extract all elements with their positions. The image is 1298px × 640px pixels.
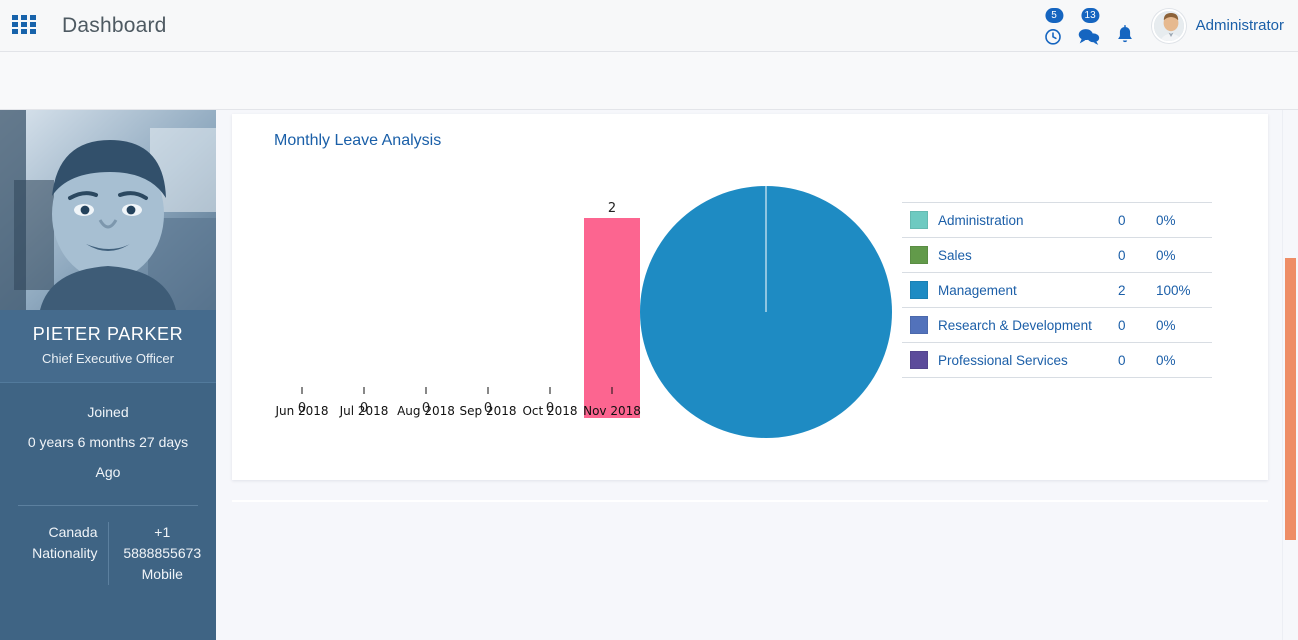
joined-ago: Ago [95, 464, 121, 480]
bar-column[interactable]: 0 Jul 2018 [336, 387, 392, 418]
clock-icon-button[interactable]: 5 [1036, 6, 1070, 46]
legend-percentage: 0% [1156, 352, 1176, 368]
employee-photo [0, 110, 216, 310]
bell-icon [1117, 24, 1132, 42]
axis-tick [487, 387, 489, 394]
header-actions: 5 13 Administrator [1034, 0, 1298, 52]
vertical-scrollbar-track[interactable] [1282, 110, 1298, 640]
axis-tick [363, 387, 365, 394]
legend-swatch-cell [902, 238, 936, 273]
legend-department-label[interactable]: Sales [936, 238, 1108, 273]
legend-body: Administration 0 0% Sales 0 0% Management 2 100%… [902, 202, 1212, 378]
sub-header-bar [0, 52, 1298, 110]
vertical-scrollbar-thumb[interactable] [1285, 258, 1296, 540]
bar-column[interactable]: 2 Nov 2018 [583, 201, 641, 418]
user-avatar-image [1153, 10, 1184, 41]
mobile-cell: +1 5888855673 Mobile [107, 522, 211, 585]
legend-row[interactable]: Management 2 100% [902, 273, 1212, 308]
legend-row[interactable]: Research & Development 0 0% [902, 308, 1212, 343]
messages-badge: 13 [1081, 7, 1100, 23]
axis-tick-label: Jul 2018 [339, 404, 389, 418]
legend-department-label[interactable]: Administration [936, 203, 1108, 238]
legend-percentage: 0% [1156, 212, 1176, 228]
joined-label: Joined [87, 404, 129, 420]
monthly-leave-analysis-card: Monthly Leave Analysis 0 Jun 2018 0 Jul 201… [232, 114, 1268, 480]
legend-department-label[interactable]: Management [936, 273, 1108, 308]
leave-pie-chart[interactable] [640, 186, 892, 438]
joined-duration: 0 years 6 months 27 days [27, 434, 189, 450]
leave-bar-chart: 0 Jun 2018 0 Jul 2018 0 Aug 2018 0 Sep 2018 0 Oct… [250, 174, 650, 454]
content-divider [232, 500, 1268, 502]
bar-column[interactable]: 0 Sep 2018 [459, 387, 517, 418]
legend-count: 0 [1118, 352, 1126, 368]
legend-department-label[interactable]: Research & Development [936, 308, 1108, 343]
axis-tick [611, 387, 613, 394]
legend-swatch-cell [902, 273, 936, 308]
employee-sidebar: PIETER PARKER Chief Executive Officer Jo… [0, 110, 216, 640]
axis-tick-label: Sep 2018 [459, 404, 517, 418]
employee-photo-image [0, 110, 216, 310]
axis-tick [549, 387, 551, 394]
pie-seam [765, 186, 767, 312]
legend-row[interactable]: Sales 0 0% [902, 238, 1212, 273]
mobile-value: +1 5888855673 [123, 524, 202, 561]
legend-percentage: 0% [1156, 317, 1176, 333]
axis-tick [425, 387, 427, 394]
bar-column[interactable]: 0 Oct 2018 [522, 387, 578, 418]
legend-department-label[interactable]: Professional Services [936, 343, 1108, 378]
bar-column[interactable]: 0 Jun 2018 [274, 387, 330, 418]
nationality-value: Canada [48, 524, 98, 540]
top-header-bar: Dashboard 5 13 Administrator [0, 0, 1298, 52]
legend-color-swatch [910, 351, 928, 369]
axis-tick-label: Nov 2018 [583, 404, 641, 418]
nationality-cell: Canada Nationality [6, 522, 108, 585]
card-title: Monthly Leave Analysis [274, 132, 442, 149]
messages-icon-button[interactable]: 13 [1072, 6, 1106, 46]
legend-color-swatch [910, 281, 928, 299]
legend-row[interactable]: Administration 0 0% [902, 202, 1212, 238]
clock-icon [1044, 28, 1061, 45]
legend-color-swatch [910, 316, 928, 334]
axis-tick-label: Jun 2018 [275, 404, 329, 418]
nationality-label: Nationality [32, 545, 98, 561]
legend-percentage: 100% [1156, 282, 1191, 298]
chat-bubbles-icon [1078, 28, 1099, 45]
legend-row[interactable]: Professional Services 0 0% [902, 343, 1212, 378]
legend-count: 2 [1118, 282, 1126, 298]
employee-name-block: PIETER PARKER Chief Executive Officer [0, 310, 216, 383]
legend-count: 0 [1118, 212, 1126, 228]
axis-tick-label: Aug 2018 [397, 404, 455, 418]
legend-percentage: 0% [1156, 247, 1176, 263]
bar-column[interactable]: 0 Aug 2018 [397, 387, 455, 418]
administrator-menu[interactable]: Administrator [1196, 17, 1284, 34]
legend-count: 0 [1118, 247, 1126, 263]
joined-block: Joined 0 years 6 months 27 days Ago [0, 383, 216, 497]
axis-tick-label: Oct 2018 [522, 404, 578, 418]
legend-color-swatch [910, 246, 928, 264]
department-legend-table: Administration 0 0% Sales 0 0% Management 2 100%… [902, 202, 1212, 378]
clock-badge: 5 [1045, 7, 1064, 23]
legend-swatch-cell [902, 343, 936, 378]
legend-count: 0 [1118, 317, 1126, 333]
axis-tick [301, 387, 303, 394]
employee-meta-row: Canada Nationality +1 5888855673 Mobile [0, 506, 216, 585]
apps-grid-icon[interactable] [12, 14, 38, 37]
bar-value-label: 2 [607, 201, 617, 216]
legend-swatch-cell [902, 203, 936, 238]
employee-name: PIETER PARKER [32, 324, 184, 344]
employee-role: Chief Executive Officer [42, 351, 174, 366]
avatar[interactable] [1151, 8, 1186, 43]
legend-color-swatch [910, 211, 928, 229]
mobile-label: Mobile [141, 566, 183, 582]
legend-swatch-cell [902, 308, 936, 343]
page-title: Dashboard [62, 13, 167, 37]
notifications-icon-button[interactable] [1108, 6, 1142, 46]
